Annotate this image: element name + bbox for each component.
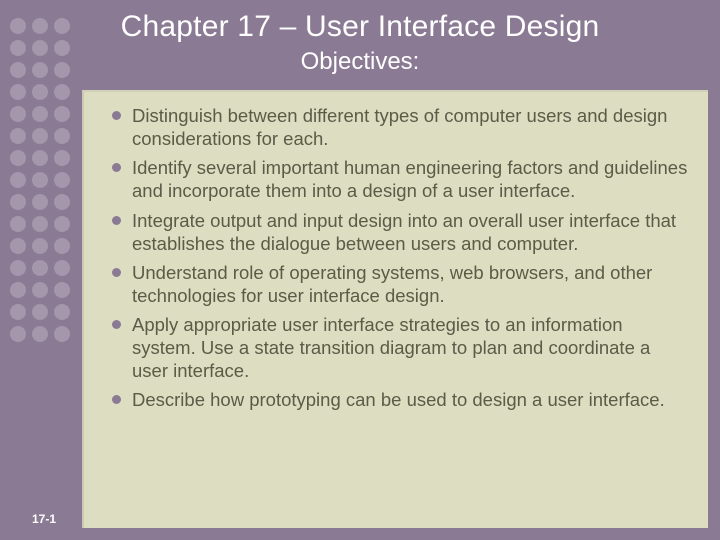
dot-icon [54,128,70,144]
dot-icon [10,172,26,188]
dot-icon [10,326,26,342]
dot-icon [54,172,70,188]
dot-icon [10,260,26,276]
dot-icon [32,326,48,342]
objectives-list: Distinguish between different types of c… [112,104,690,412]
dot-icon [10,128,26,144]
dot-icon [32,238,48,254]
dot-icon [32,84,48,100]
dot-icon [54,106,70,122]
list-item: Understand role of operating systems, we… [112,261,690,307]
dot-icon [10,150,26,166]
dot-icon [10,106,26,122]
dot-icon [10,238,26,254]
dot-icon [10,84,26,100]
list-item: Apply appropriate user interface strateg… [112,313,690,382]
dot-icon [32,150,48,166]
dot-icon [54,304,70,320]
dot-icon [10,282,26,298]
dot-icon [32,194,48,210]
list-item: Distinguish between different types of c… [112,104,690,150]
list-item: Identify several important human enginee… [112,156,690,202]
dot-icon [54,84,70,100]
slide-title: Chapter 17 – User Interface Design [0,10,720,44]
dot-icon [32,304,48,320]
slide-header: Chapter 17 – User Interface Design Objec… [0,0,720,84]
page-number: 17-1 [32,512,56,526]
dot-icon [54,326,70,342]
dot-icon [32,282,48,298]
dot-icon [54,150,70,166]
slide-subtitle: Objectives: [0,48,720,76]
dot-icon [10,304,26,320]
dot-icon [10,216,26,232]
dot-icon [32,260,48,276]
dot-icon [54,260,70,276]
list-item: Describe how prototyping can be used to … [112,388,690,411]
dot-icon [54,216,70,232]
dot-icon [54,238,70,254]
list-item: Integrate output and input design into a… [112,209,690,255]
dot-icon [54,282,70,298]
content-panel: Distinguish between different types of c… [82,90,708,528]
dot-icon [32,172,48,188]
dot-icon [32,216,48,232]
dot-icon [32,106,48,122]
dot-icon [32,128,48,144]
dot-icon [54,194,70,210]
dot-icon [10,194,26,210]
